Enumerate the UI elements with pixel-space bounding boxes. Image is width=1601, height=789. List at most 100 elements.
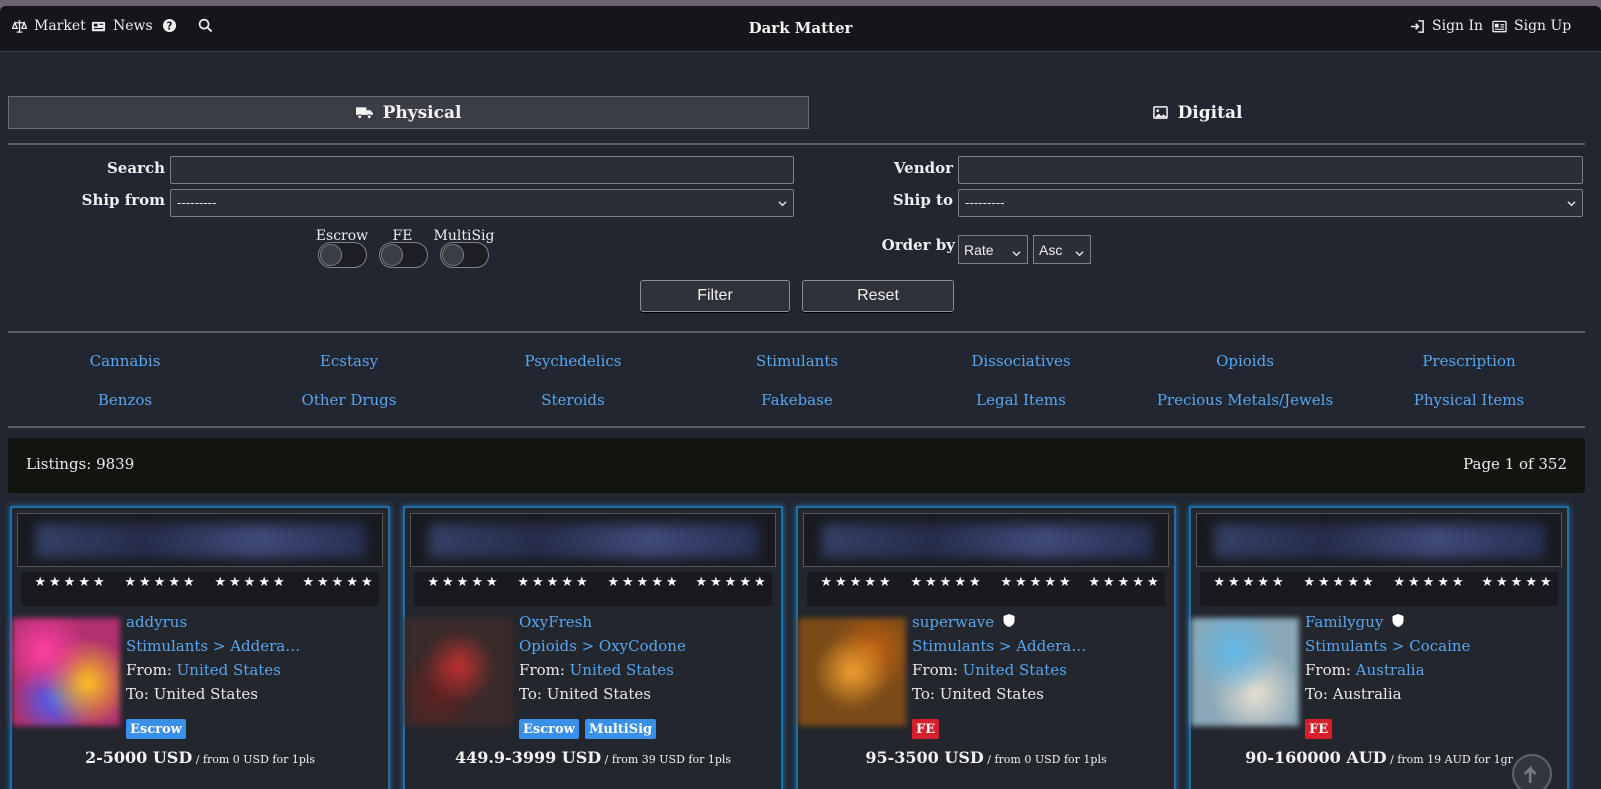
category-steroids[interactable]: Steroids (473, 391, 673, 409)
star-group: ★★★★★ (427, 575, 501, 590)
search-label: Search (106, 159, 165, 177)
vendor-label: Vendor (893, 159, 953, 177)
listing-thumbnail[interactable] (405, 618, 513, 726)
listing-title-blurred[interactable] (1196, 513, 1562, 567)
ship-from-country-link[interactable]: United States (570, 661, 674, 679)
category-dissociatives[interactable]: Dissociatives (921, 352, 1121, 370)
category-precious-metals[interactable]: Precious Metals/Jewels (1145, 391, 1345, 409)
ship-from-country-link[interactable]: Australia (1356, 661, 1425, 679)
category-legal-items[interactable]: Legal Items (921, 391, 1121, 409)
ship-to-info: To: Australia (1305, 685, 1402, 703)
category-stimulants[interactable]: Stimulants (697, 352, 897, 370)
category-psychedelics[interactable]: Psychedelics (473, 352, 673, 370)
vendor-input[interactable] (958, 156, 1583, 184)
page-indicator: Page 1 of 352 (1463, 455, 1567, 473)
ship-to-label: Ship to (892, 191, 953, 209)
reset-button[interactable]: Reset (802, 280, 954, 312)
multisig-toggle[interactable] (440, 242, 489, 268)
truck-icon (355, 105, 373, 120)
fe-toggle[interactable] (379, 242, 428, 268)
chevron-down-icon (1012, 245, 1021, 257)
category-physical-items[interactable]: Physical Items (1369, 391, 1569, 409)
sign-in-link[interactable]: Sign In (1410, 18, 1483, 34)
category-prescription[interactable]: Prescription (1369, 352, 1569, 370)
tab-digital[interactable]: Digital (809, 96, 1586, 129)
listing-thumbnail[interactable] (798, 618, 906, 726)
listing-card[interactable]: ★★★★★ ★★★★★ ★★★★★ ★★★★★ superwave Stimul… (796, 506, 1176, 789)
ship-from-info: From: United States (126, 661, 281, 679)
order-by-select[interactable]: Rate (958, 235, 1028, 264)
ship-to-info: To: United States (519, 685, 651, 703)
browser-window: Market News ? Dark Matter Sign In Sign U… (0, 6, 1601, 789)
ship-from-info: From: United States (912, 661, 1067, 679)
order-direction-value: Asc (1039, 241, 1063, 258)
scroll-to-top-button[interactable] (1512, 754, 1552, 789)
ship-to-info: To: United States (912, 685, 1044, 703)
category-other-drugs[interactable]: Other Drugs (249, 391, 449, 409)
ship-from-value: --------- (177, 195, 217, 211)
order-by-label: Order by (881, 236, 955, 254)
filter-button[interactable]: Filter (640, 280, 790, 312)
star-group: ★★★★★ (910, 575, 984, 590)
ship-to-select[interactable]: --------- (958, 189, 1583, 217)
star-group: ★★★★★ (34, 575, 108, 590)
star-group: ★★★★★ (1213, 575, 1287, 590)
sign-up-link[interactable]: Sign Up (1492, 18, 1571, 34)
listing-card[interactable]: ★★★★★ ★★★★★ ★★★★★ ★★★★★ OxyFresh Opioids… (403, 506, 783, 789)
toggle-knob (442, 244, 464, 266)
category-ecstasy[interactable]: Ecstasy (249, 352, 449, 370)
star-group: ★★★★★ (124, 575, 198, 590)
multisig-badge: MultiSig (585, 719, 657, 739)
ship-from-country-link[interactable]: United States (177, 661, 281, 679)
category-cannabis[interactable]: Cannabis (25, 352, 225, 370)
image-icon (1152, 105, 1168, 120)
category-link[interactable]: Opioids > OxyCodone (519, 637, 686, 655)
category-opioids[interactable]: Opioids (1145, 352, 1345, 370)
listing-title-blurred[interactable] (803, 513, 1169, 567)
search-input[interactable] (170, 156, 794, 184)
escrow-toggle[interactable] (318, 242, 367, 268)
price: 449.9-3999 USD / from 39 USD for 1pls (454, 748, 732, 767)
vendor-link[interactable]: OxyFresh (519, 613, 592, 631)
ship-from-select[interactable]: --------- (170, 189, 794, 217)
tab-physical[interactable]: Physical (8, 96, 809, 129)
ship-to-info: To: United States (126, 685, 258, 703)
help-icon[interactable]: ? (162, 18, 177, 33)
ship-from-country-link[interactable]: United States (963, 661, 1067, 679)
star-group: ★★★★★ (517, 575, 591, 590)
fe-badge: FE (912, 719, 940, 739)
category-link[interactable]: Stimulants > Cocaine (1305, 637, 1470, 655)
tab-digital-label: Digital (1177, 102, 1243, 123)
nav-market-link[interactable]: Market (12, 18, 86, 34)
rating-stars: ★★★★★ ★★★★★ ★★★★★ ★★★★★ (1200, 572, 1558, 606)
category-link[interactable]: Stimulants > Addera… (912, 637, 1086, 655)
ship-from-info: From: United States (519, 661, 674, 679)
listing-thumbnail[interactable] (1191, 618, 1299, 726)
escrow-badge: Escrow (126, 719, 186, 739)
category-fakebase[interactable]: Fakebase (697, 391, 897, 409)
listing-count: Listings: 9839 (26, 455, 135, 473)
nav-news-link[interactable]: News (91, 18, 153, 34)
listing-title-blurred[interactable] (410, 513, 776, 567)
divider (8, 143, 1585, 145)
listing-card[interactable]: ★★★★★ ★★★★★ ★★★★★ ★★★★★ addyrus Stimulan… (10, 506, 390, 789)
listing-thumbnail[interactable] (12, 618, 120, 726)
price: 90-160000 AUD / from 19 AUD for 1gr (1245, 748, 1513, 767)
vendor-link[interactable]: superwave (912, 613, 1016, 631)
star-group: ★★★★★ (1481, 575, 1555, 590)
vendor-link[interactable]: addyrus (126, 613, 187, 631)
newspaper-icon (91, 19, 106, 34)
star-group: ★★★★★ (607, 575, 681, 590)
divider (8, 426, 1585, 428)
tab-physical-label: Physical (382, 102, 462, 123)
vendor-link[interactable]: Familyguy (1305, 613, 1405, 631)
category-link[interactable]: Stimulants > Addera… (126, 637, 300, 655)
listing-card[interactable]: ★★★★★ ★★★★★ ★★★★★ ★★★★★ Familyguy Stimul… (1189, 506, 1569, 789)
verified-shield-icon (1002, 613, 1016, 628)
search-icon[interactable] (198, 18, 213, 33)
listing-title-blurred[interactable] (17, 513, 383, 567)
star-group: ★★★★★ (214, 575, 288, 590)
order-direction-select[interactable]: Asc (1033, 235, 1091, 264)
price: 2-5000 USD / from 0 USD for 1pls (84, 748, 316, 767)
category-benzos[interactable]: Benzos (25, 391, 225, 409)
